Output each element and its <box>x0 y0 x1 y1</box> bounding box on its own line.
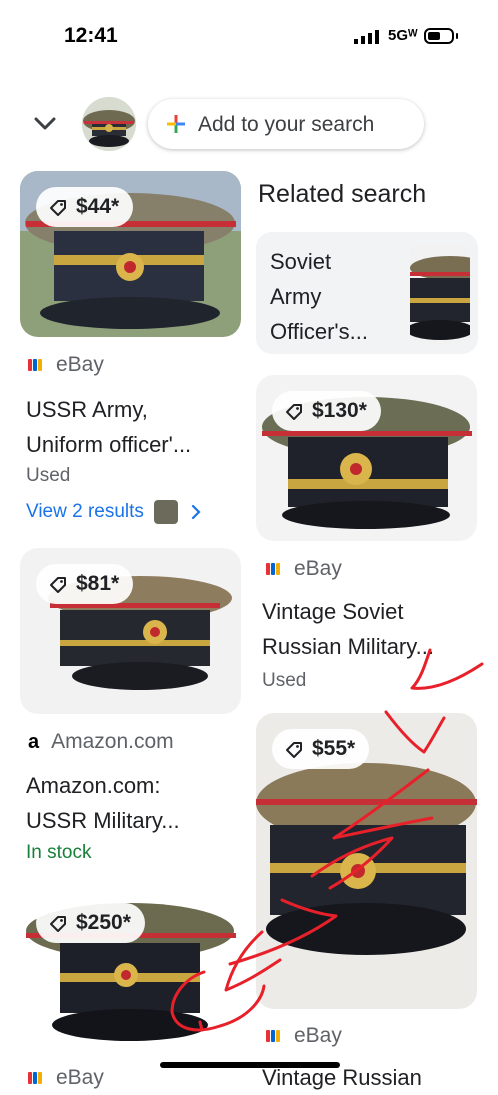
related-line: Army <box>270 284 322 309</box>
related-search-card[interactable]: Soviet Army Officer's... <box>256 232 478 354</box>
title-line: Russian Military... <box>262 634 434 659</box>
result-title[interactable]: USSR Army, Uniform officer'... <box>26 392 241 462</box>
related-line: Officer's... <box>270 319 368 344</box>
price-value: $44* <box>76 195 120 218</box>
link-label: View 2 results <box>26 501 144 522</box>
add-to-search-label: Add to your search <box>198 113 375 136</box>
results-thumbnail <box>153 500 178 524</box>
home-indicator <box>160 1062 340 1068</box>
add-to-search-button[interactable]: Add to your search <box>148 99 424 149</box>
price-value: $130* <box>312 399 367 422</box>
cellular-signal-icon <box>354 30 379 44</box>
amazon-logo-icon: a <box>28 730 40 753</box>
result-source: eBay <box>28 1066 104 1090</box>
price-value: $250* <box>76 911 131 934</box>
battery-icon <box>424 28 454 44</box>
result-title[interactable]: Vintage Soviet Russian Military... <box>262 594 477 664</box>
condition-label: Used <box>26 465 71 486</box>
status-bar: 12:41 5Gᵂ <box>0 0 498 72</box>
price-badge: $130* <box>272 391 381 431</box>
result-source: a Amazon.com <box>28 730 174 754</box>
battery-tip <box>456 33 458 39</box>
ebay-logo-icon <box>28 1072 32 1084</box>
price-tag-icon <box>50 577 66 593</box>
price-badge: $44* <box>36 187 134 227</box>
price-tag-icon <box>286 404 302 420</box>
source-name: eBay <box>56 353 104 376</box>
price-value: $81* <box>76 572 120 595</box>
price-tag-icon <box>50 916 66 932</box>
price-tag-icon <box>50 200 66 216</box>
result-image-5[interactable]: $55* <box>256 713 477 1009</box>
result-source: eBay <box>266 1024 342 1048</box>
title-line: Amazon.com: <box>26 773 161 798</box>
result-image-4[interactable]: $130* <box>256 375 477 541</box>
chevron-down-icon[interactable] <box>32 111 58 137</box>
view-results-link[interactable]: View 2 results <box>26 500 206 524</box>
ebay-logo-icon <box>266 563 270 575</box>
related-search-image <box>410 244 470 344</box>
stock-status: In stock <box>26 842 92 863</box>
title-line: USSR Army, <box>26 397 148 422</box>
clock: 12:41 <box>64 24 118 47</box>
result-image-1[interactable]: $44* <box>20 171 241 337</box>
source-name: eBay <box>294 557 342 580</box>
ebay-logo-icon <box>28 359 32 371</box>
price-value: $55* <box>312 737 356 760</box>
source-name: eBay <box>294 1024 342 1047</box>
plus-icon <box>167 115 185 133</box>
source-name: eBay <box>56 1066 104 1089</box>
ebay-logo-icon <box>266 1030 270 1042</box>
search-refine-row: Add to your search <box>0 95 498 155</box>
result-title[interactable]: Amazon.com: USSR Military... <box>26 768 241 838</box>
result-image-3[interactable]: $250* <box>20 887 241 1053</box>
title-line: Uniform officer'... <box>26 432 192 457</box>
network-label: 5Gᵂ <box>388 27 418 44</box>
result-source: eBay <box>266 557 342 581</box>
price-badge: $250* <box>36 903 145 943</box>
related-search-text: Soviet Army Officer's... <box>270 244 400 349</box>
result-source: eBay <box>28 353 104 377</box>
chevron-right-icon <box>191 504 201 520</box>
related-search-heading: Related search <box>258 180 427 208</box>
title-line: Vintage Soviet <box>262 599 404 624</box>
search-image-thumbnail[interactable] <box>82 97 136 151</box>
title-line: USSR Military... <box>26 808 180 833</box>
price-badge: $81* <box>36 564 134 604</box>
result-image-2[interactable]: $81* <box>20 548 241 714</box>
related-line: Soviet <box>270 249 332 274</box>
price-badge: $55* <box>272 729 370 769</box>
condition-label: Used <box>262 670 307 691</box>
source-name: Amazon.com <box>51 730 174 753</box>
price-tag-icon <box>286 742 302 758</box>
